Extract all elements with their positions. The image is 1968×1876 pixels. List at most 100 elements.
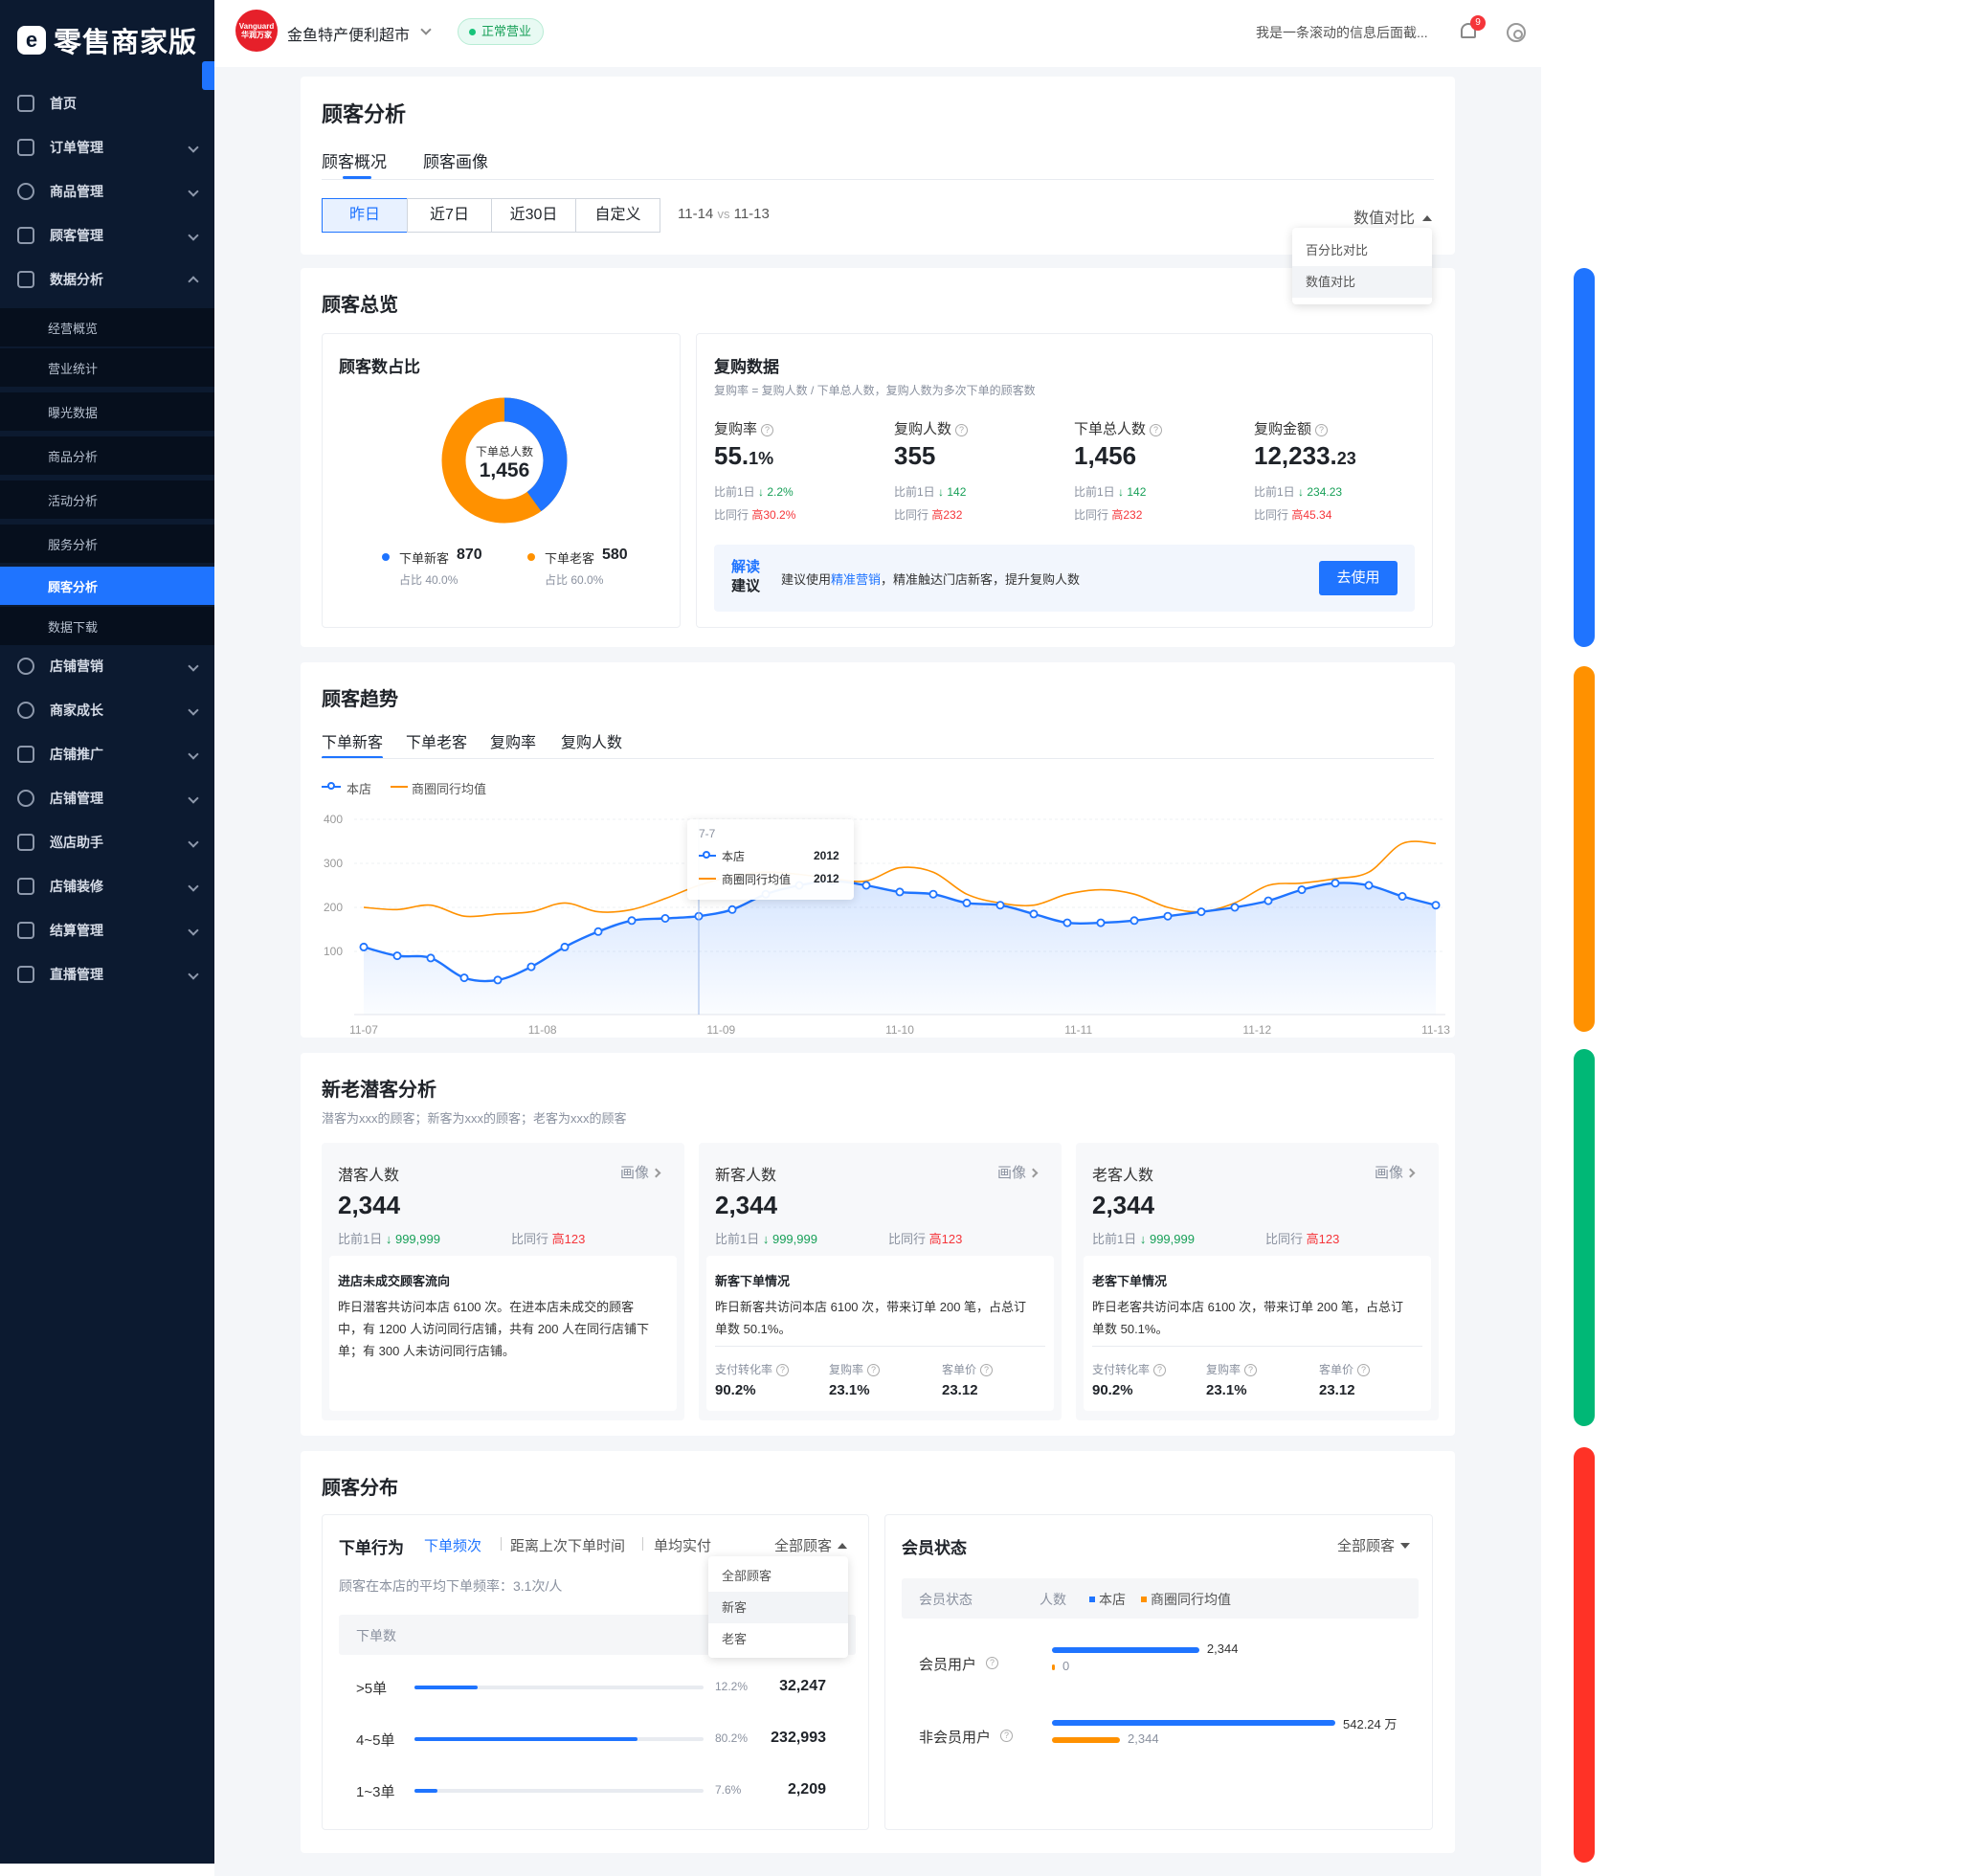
sidebar-item-products[interactable]: 商品管理: [0, 172, 214, 211]
trend-tab-old[interactable]: 下单老客: [406, 729, 467, 752]
range-yesterday-button[interactable]: 昨日: [322, 198, 408, 233]
series-store-point[interactable]: [560, 942, 570, 951]
trend-tab-new[interactable]: 下单新客: [322, 729, 383, 752]
portrait-link[interactable]: 画像: [620, 1162, 661, 1182]
go-use-button[interactable]: 去使用: [1319, 561, 1398, 595]
behavior-tab-frequency[interactable]: 下单频次: [424, 1535, 481, 1555]
sidebar-subitem-service-analysis[interactable]: 服务分析: [0, 525, 214, 563]
help-icon[interactable]: ?: [761, 424, 774, 436]
settings-icon[interactable]: [1507, 23, 1526, 42]
series-store-point[interactable]: [1297, 885, 1307, 895]
help-icon[interactable]: ?: [955, 424, 969, 436]
sidebar-item-home[interactable]: 首页: [0, 84, 214, 123]
sidebar-subitem-exposure[interactable]: 曝光数据: [0, 392, 214, 431]
bell-icon[interactable]: 9: [1459, 15, 1486, 42]
segments-title: 新老潜客分析: [322, 1080, 436, 1101]
series-store-point[interactable]: [895, 887, 905, 897]
sidebar-subitem-customer-analysis[interactable]: 顾客分析: [0, 567, 214, 605]
help-icon[interactable]: ?: [776, 1364, 790, 1376]
series-store-point[interactable]: [426, 953, 436, 963]
sidebar-subitem-data-download[interactable]: 数据下载: [0, 607, 214, 645]
sidebar-item-analytics[interactable]: 数据分析: [0, 260, 214, 299]
series-store-point[interactable]: [1364, 881, 1374, 890]
compare-mode-select[interactable]: 数值对比: [1353, 205, 1433, 228]
sidebar-subitem-product-analysis[interactable]: 商品分析: [0, 436, 214, 475]
series-store-point[interactable]: [1096, 918, 1106, 927]
tab-overview[interactable]: 顾客概况: [322, 148, 387, 172]
portrait-link[interactable]: 画像: [1375, 1162, 1416, 1182]
sidebar-item-promote[interactable]: 店铺推广: [0, 735, 214, 773]
series-store-point[interactable]: [359, 942, 369, 951]
sidebar-item-decorate[interactable]: 店铺装修: [0, 867, 214, 905]
range-7d-button[interactable]: 近7日: [407, 198, 492, 233]
series-store-point[interactable]: [1029, 909, 1039, 919]
help-icon[interactable]: ?: [986, 1657, 998, 1669]
legend-old-label: 下单老客: [545, 551, 595, 566]
help-icon[interactable]: ?: [1153, 1364, 1167, 1376]
option-old-customers[interactable]: 老客: [708, 1623, 848, 1655]
series-store-point[interactable]: [928, 889, 938, 899]
series-store-point[interactable]: [1129, 916, 1139, 926]
help-icon[interactable]: ?: [1315, 424, 1329, 436]
portrait-link[interactable]: 画像: [997, 1162, 1039, 1182]
sidebar-item-settlement[interactable]: 结算管理: [0, 911, 214, 949]
range-30d-button[interactable]: 近30日: [491, 198, 576, 233]
sidebar-subitem-activity-analysis[interactable]: 活动分析: [0, 480, 214, 519]
help-icon[interactable]: ?: [867, 1364, 881, 1376]
series-store-point[interactable]: [861, 881, 871, 890]
series-store-point[interactable]: [627, 916, 637, 926]
option-value-compare[interactable]: 数值对比: [1292, 266, 1432, 298]
series-store-point[interactable]: [1398, 892, 1407, 902]
sidebar-subitem-business-stats[interactable]: 营业统计: [0, 348, 214, 387]
metric-label-text: 复购率: [829, 1363, 864, 1376]
series-store-point[interactable]: [526, 962, 536, 972]
sidebar-item-store-settings[interactable]: 店铺管理: [0, 779, 214, 817]
legend-new-value: 870: [457, 547, 482, 563]
series-store-point[interactable]: [995, 901, 1005, 910]
help-icon[interactable]: ?: [980, 1364, 994, 1376]
tab-portrait[interactable]: 顾客画像: [423, 148, 488, 172]
behavior-filter-select[interactable]: 全部顾客: [774, 1535, 848, 1555]
sidebar-item-inspect[interactable]: 巡店助手: [0, 823, 214, 861]
sidebar-item-marketing[interactable]: 店铺营销: [0, 647, 214, 685]
series-store-point[interactable]: [1062, 918, 1072, 927]
option-percent-compare[interactable]: 百分比对比: [1292, 234, 1432, 266]
store-name[interactable]: 金鱼特产便利超市: [287, 22, 410, 45]
series-store-point[interactable]: [1264, 896, 1273, 905]
behavior-tab-avg-paid[interactable]: 单均实付: [654, 1535, 711, 1555]
series-store-point[interactable]: [727, 904, 737, 914]
scrolling-notice[interactable]: 我是一条滚动的信息后面截...: [1256, 23, 1428, 42]
help-icon[interactable]: ?: [1000, 1730, 1013, 1742]
series-store-point[interactable]: [1163, 911, 1173, 921]
trend-tab-count[interactable]: 复购人数: [561, 729, 622, 752]
sidebar-item-orders[interactable]: 订单管理: [0, 128, 214, 167]
sidebar-item-live[interactable]: 直播管理: [0, 955, 214, 994]
store-avatar[interactable]: Vanguard 华润万家: [235, 10, 278, 52]
series-store-point[interactable]: [1196, 907, 1206, 917]
series-store-point[interactable]: [1431, 901, 1441, 910]
series-store-point[interactable]: [593, 927, 603, 936]
series-store-point[interactable]: [493, 975, 503, 985]
behavior-tab-last-order[interactable]: 距离上次下单时间: [510, 1535, 625, 1555]
help-icon[interactable]: ?: [1244, 1364, 1258, 1376]
chevron-down-icon[interactable]: [420, 24, 432, 35]
series-store-point[interactable]: [459, 973, 469, 983]
sidebar-item-customers[interactable]: 顾客管理: [0, 216, 214, 255]
member-filter-select[interactable]: 全部顾客: [1337, 1535, 1411, 1555]
sidebar-subitem-overview[interactable]: 经营概览: [0, 308, 214, 346]
series-store-point[interactable]: [1230, 903, 1240, 912]
help-icon[interactable]: ?: [1357, 1364, 1371, 1376]
trend-tab-rate[interactable]: 复购率: [490, 729, 536, 752]
series-store-point[interactable]: [392, 951, 402, 961]
cmp-label: 比同行: [511, 1232, 549, 1246]
series-store-point[interactable]: [962, 898, 972, 907]
option-new-customers[interactable]: 新客: [708, 1592, 848, 1623]
help-icon[interactable]: ?: [1150, 424, 1163, 436]
range-custom-button[interactable]: 自定义: [575, 198, 660, 233]
series-store-point[interactable]: [1331, 879, 1340, 888]
sidebar-item-growth[interactable]: 商家成长: [0, 691, 214, 729]
precision-marketing-link[interactable]: 精准营销: [831, 572, 881, 587]
option-all-customers[interactable]: 全部顾客: [708, 1560, 848, 1592]
peer-value: 2,344: [1128, 1731, 1159, 1746]
series-store-point[interactable]: [660, 914, 670, 924]
